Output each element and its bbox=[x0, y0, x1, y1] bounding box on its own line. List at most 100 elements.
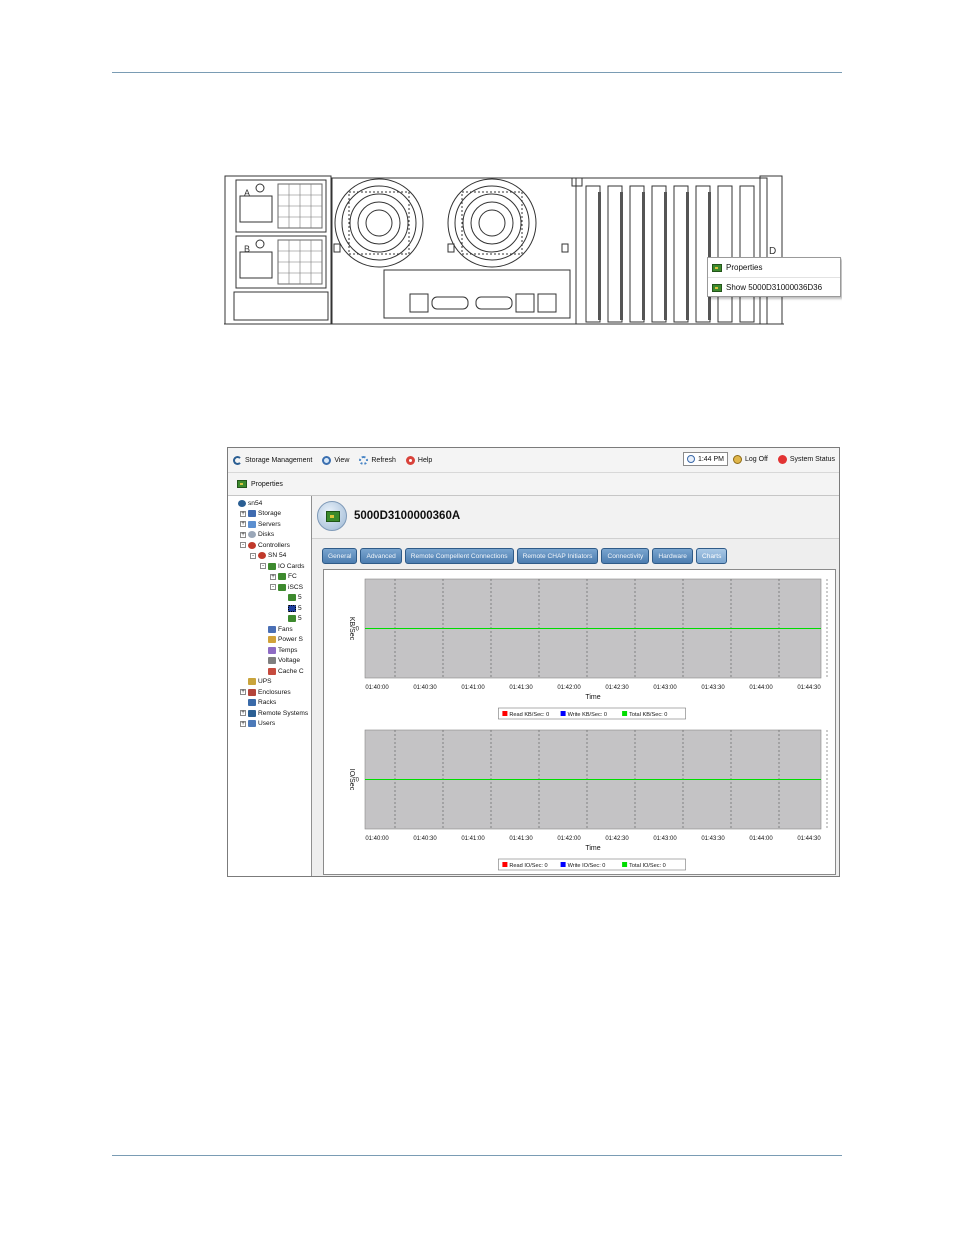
pci-slot-brackets bbox=[598, 192, 711, 320]
tree-node[interactable]: Fans bbox=[260, 624, 293, 634]
tree-node-label: Users bbox=[258, 720, 276, 727]
system-tree[interactable]: sn54 + Storage + Servers + Disks - Controllers - S… bbox=[228, 496, 312, 876]
tree-expand-icon[interactable]: + bbox=[240, 720, 246, 727]
tree-node[interactable]: 5 bbox=[280, 603, 302, 613]
tree-node[interactable]: Racks bbox=[240, 698, 276, 708]
menu-view[interactable]: View bbox=[322, 455, 349, 465]
tree-node[interactable]: + Servers bbox=[240, 519, 281, 529]
tree-collapse-icon[interactable]: - bbox=[240, 542, 246, 548]
tree-node[interactable]: Power S bbox=[260, 635, 303, 645]
tree-node-label: Fans bbox=[278, 625, 293, 633]
tree-node[interactable]: + Remote Systems bbox=[240, 708, 308, 718]
x-tick-label: 01:41:00 bbox=[461, 836, 485, 842]
x-tick-label: 01:41:00 bbox=[461, 685, 485, 691]
menubar-status-area: 1:44 PM Log Off System Status bbox=[682, 452, 835, 466]
users-icon bbox=[248, 720, 256, 727]
tab-connectivity[interactable]: Connectivity bbox=[601, 548, 650, 564]
menu-storage-management[interactable]: Storage Management bbox=[233, 455, 312, 465]
tree-node-label: 5 bbox=[298, 604, 302, 612]
tree-node[interactable]: + Enclosures bbox=[240, 687, 291, 697]
tree-node[interactable]: - IO Cards bbox=[260, 561, 304, 571]
tree-node-label: FC bbox=[288, 573, 297, 580]
header-rule bbox=[112, 72, 842, 73]
status-dot-icon bbox=[777, 454, 787, 464]
io-card-icon bbox=[288, 615, 296, 622]
refresh-icon bbox=[359, 455, 369, 465]
fan-mount-holes bbox=[333, 243, 569, 253]
tree-node[interactable]: Cache C bbox=[260, 666, 304, 676]
menu-help-label: Help bbox=[417, 456, 433, 464]
tree-expand-icon[interactable]: + bbox=[270, 573, 276, 580]
tree-node[interactable]: UPS bbox=[240, 677, 272, 687]
tab-general[interactable]: General bbox=[322, 548, 358, 564]
controller-rear-drawing: A B D bbox=[224, 175, 784, 325]
ups-icon bbox=[248, 678, 256, 685]
tree-node[interactable]: 5 bbox=[280, 593, 302, 603]
magnifier-icon bbox=[322, 455, 332, 465]
tree-node[interactable]: Voltage bbox=[260, 656, 300, 666]
io-card-icon bbox=[712, 263, 722, 272]
context-menu-show-port[interactable]: Show 5000D31000036D36 bbox=[708, 277, 840, 297]
tree-node-label: SN 54 bbox=[268, 552, 287, 559]
tree-collapse-icon[interactable]: - bbox=[270, 584, 276, 590]
tree-node-label: Controllers bbox=[258, 541, 290, 549]
properties-button[interactable]: Properties bbox=[237, 480, 283, 488]
thermometer-icon bbox=[268, 646, 276, 654]
context-menu-show-port-label: Show 5000D31000036D36 bbox=[726, 283, 823, 292]
x-tick-label: 01:43:30 bbox=[701, 836, 725, 842]
tree-expand-icon[interactable]: + bbox=[240, 531, 246, 538]
legend-swatch bbox=[622, 711, 628, 716]
tree-node[interactable]: - SN 54 bbox=[250, 551, 286, 561]
chassis-mark: D bbox=[769, 246, 776, 257]
x-tick-label: 01:44:00 bbox=[749, 836, 773, 842]
tree-node-label: Racks bbox=[258, 699, 277, 706]
logoff-button[interactable]: Log Off bbox=[733, 454, 768, 464]
tree-node[interactable]: Temps bbox=[260, 645, 297, 655]
x-axis-label: Time bbox=[585, 845, 600, 852]
object-title: 5000D3100000360A bbox=[354, 510, 461, 522]
tree-collapse-icon[interactable]: - bbox=[250, 552, 256, 559]
clock-time: 1:44 PM bbox=[697, 455, 725, 463]
tree-expand-icon[interactable]: + bbox=[240, 521, 246, 527]
enclosures-icon bbox=[248, 688, 256, 696]
io-card-icon bbox=[712, 283, 722, 292]
tab-remote-compellent-connections[interactable]: Remote Compellent Connections bbox=[404, 548, 514, 564]
tree-node[interactable]: + Users bbox=[240, 719, 275, 729]
tree-expand-icon[interactable]: + bbox=[240, 689, 246, 695]
menu-refresh[interactable]: Refresh bbox=[359, 455, 396, 465]
tree-node[interactable]: sn54 bbox=[230, 498, 262, 508]
legend-swatch bbox=[560, 862, 566, 867]
tab-hardware[interactable]: Hardware bbox=[652, 548, 693, 564]
tree-expand-icon[interactable]: + bbox=[240, 510, 246, 517]
tree-node-label: Servers bbox=[258, 520, 281, 528]
io-card-icon bbox=[278, 573, 286, 580]
tree-node-label: Enclosures bbox=[258, 688, 291, 696]
panel-header: 5000D3100000360A bbox=[312, 496, 839, 539]
tree-node[interactable]: + Storage bbox=[240, 509, 281, 519]
tab-advanced[interactable]: Advanced bbox=[360, 548, 402, 564]
tree-node[interactable]: - iSCS bbox=[270, 582, 303, 592]
context-menu-properties-label: Properties bbox=[726, 263, 763, 272]
x-tick-label: 01:40:00 bbox=[365, 836, 389, 842]
io-card-icon bbox=[288, 604, 296, 612]
tree-node[interactable]: 5 bbox=[280, 614, 302, 624]
tree-node-label: Cache C bbox=[278, 667, 304, 675]
system-status-button[interactable]: System Status bbox=[777, 454, 835, 464]
logoff-label: Log Off bbox=[745, 455, 768, 463]
footer-rule bbox=[112, 1155, 842, 1156]
fan-right bbox=[447, 178, 537, 268]
tree-node[interactable]: - Controllers bbox=[240, 540, 290, 550]
tree-collapse-icon[interactable]: - bbox=[260, 563, 266, 569]
tree-node[interactable]: + Disks bbox=[240, 530, 274, 540]
menu-help[interactable]: Help bbox=[405, 455, 433, 465]
tree-node-label: sn54 bbox=[248, 499, 263, 507]
tree-expand-icon[interactable]: + bbox=[240, 710, 246, 716]
x-tick-label: 01:42:00 bbox=[557, 836, 581, 842]
tab-remote-chap-initiators[interactable]: Remote CHAP Initiators bbox=[516, 548, 599, 564]
x-tick-label: 01:41:30 bbox=[509, 685, 533, 691]
psu-label-b: B bbox=[244, 244, 250, 254]
tab-charts[interactable]: Charts bbox=[695, 548, 728, 564]
x-tick-label: 01:40:30 bbox=[413, 685, 437, 691]
tree-node[interactable]: + FC bbox=[270, 572, 297, 582]
context-menu-properties[interactable]: Properties bbox=[708, 258, 840, 277]
